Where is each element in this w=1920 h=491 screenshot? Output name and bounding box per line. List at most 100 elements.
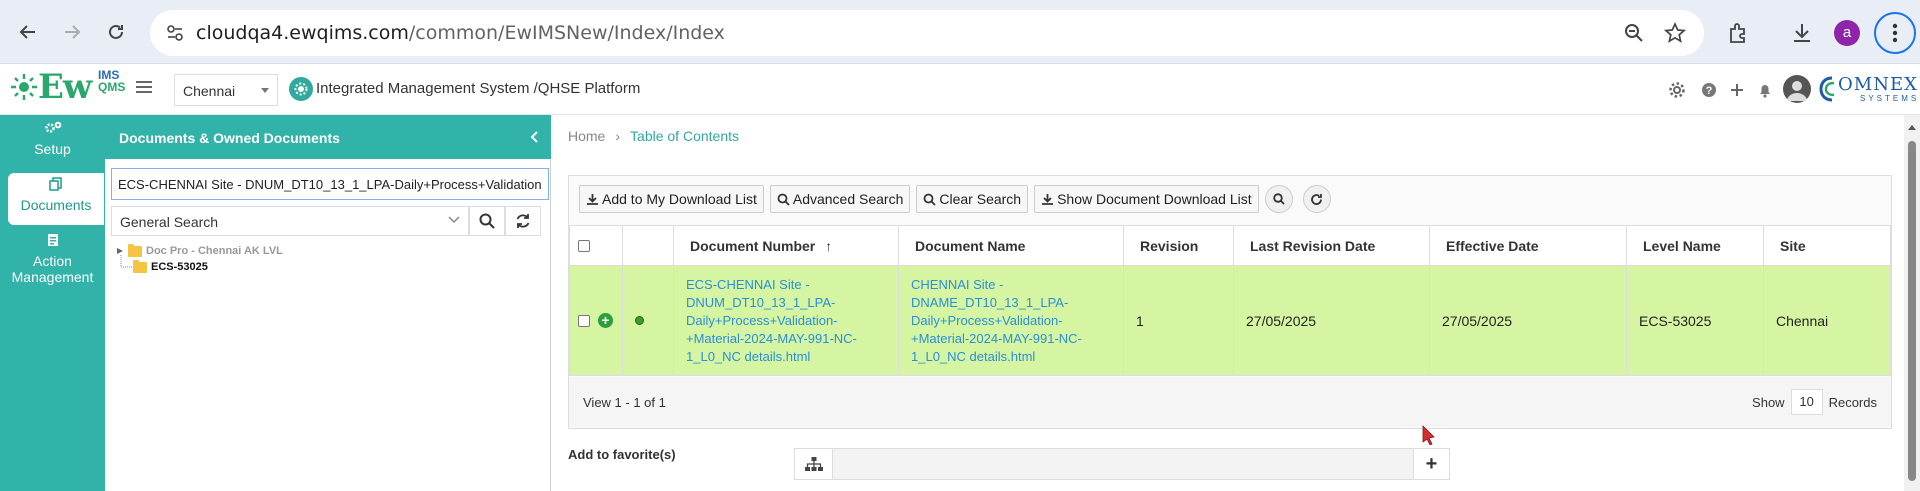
page-size-input[interactable]: 10 xyxy=(1790,389,1823,415)
advanced-search-label: Advanced Search xyxy=(792,191,904,207)
grid-refresh-button[interactable] xyxy=(1302,185,1331,213)
documents-panel: Documents & Owned Documents ECS-CHENNAI … xyxy=(105,115,551,491)
main-content: Home › Table of Contents Add to My Downl… xyxy=(552,115,1920,491)
breadcrumb: Home › Table of Contents xyxy=(568,128,739,144)
row-checkbox[interactable] xyxy=(578,314,590,327)
zoom-icon[interactable] xyxy=(1624,23,1644,43)
advanced-search-button[interactable]: Advanced Search xyxy=(769,185,911,213)
tree-child-label: ECS-53025 xyxy=(151,261,208,273)
search-icon xyxy=(479,213,495,229)
nav-action-management[interactable]: Action Management xyxy=(0,233,105,293)
panel-refresh-button[interactable] xyxy=(505,206,541,236)
bookmark-star-icon[interactable] xyxy=(1664,22,1686,44)
documents-panel-header: Documents & Owned Documents xyxy=(105,115,551,159)
pager-show-label: Show xyxy=(1752,394,1785,410)
browser-menu-button[interactable] xyxy=(1874,12,1916,54)
download-icon[interactable] xyxy=(1790,21,1814,45)
breadcrumb-current[interactable]: Table of Contents xyxy=(630,128,739,144)
settings-icon[interactable] xyxy=(1665,78,1689,102)
col-revision[interactable]: Revision xyxy=(1123,225,1234,266)
tree-node-child[interactable]: ECS-53025 xyxy=(133,259,208,273)
document-number-link[interactable]: ECS-CHENNAI Site - DNUM_DT10_13_1_LPA-Da… xyxy=(673,265,899,376)
site-info-icon xyxy=(167,25,183,41)
add-to-download-list-label: Add to My Download List xyxy=(602,191,757,207)
collapse-chevron-icon[interactable] xyxy=(529,130,539,144)
select-all-checkbox[interactable] xyxy=(578,239,590,252)
download-icon xyxy=(587,193,598,205)
status-dot-icon xyxy=(635,316,644,325)
tree-node-root[interactable]: Doc Pro - Chennai AK LVL xyxy=(115,243,283,257)
col-revision-label: Revision xyxy=(1140,237,1199,254)
logo-sun-icon xyxy=(11,74,37,100)
favorites-add-button[interactable]: + xyxy=(1413,449,1449,479)
nav-action-label: Action Management xyxy=(11,253,94,285)
col-last-revision-date[interactable]: Last Revision Date xyxy=(1233,225,1430,266)
logo-text: Ew xyxy=(38,67,92,107)
caret-down-icon xyxy=(261,88,269,93)
search-icon xyxy=(923,193,937,206)
grid-search-button[interactable] xyxy=(1264,185,1293,213)
extensions-icon[interactable] xyxy=(1727,21,1751,45)
add-icon[interactable] xyxy=(1725,78,1749,102)
sitemap-icon xyxy=(804,457,823,471)
nav-documents[interactable]: Documents xyxy=(8,173,104,225)
add-to-download-list-button[interactable]: Add to My Download List xyxy=(579,185,764,213)
back-button[interactable] xyxy=(12,16,44,48)
col-document-number-label: Document Number xyxy=(690,237,816,254)
col-site-label: Site xyxy=(1780,237,1806,254)
document-search-input[interactable]: ECS-CHENNAI Site - DNUM_DT10_13_1_LPA-Da… xyxy=(111,168,549,200)
scrollbar-thumb[interactable] xyxy=(1908,141,1916,481)
documents-icon xyxy=(8,177,104,191)
col-level-name[interactable]: Level Name xyxy=(1626,225,1764,266)
grid-pager: View 1 - 1 of 1 Show 10 Records xyxy=(569,377,1891,427)
user-avatar-icon[interactable] xyxy=(1783,75,1811,103)
panel-search-button[interactable] xyxy=(469,206,505,236)
favorites-field[interactable]: + xyxy=(794,448,1450,480)
col-document-number[interactable]: Document Number ↑ xyxy=(673,225,899,266)
profile-avatar[interactable]: a xyxy=(1834,20,1860,46)
expand-plus-icon[interactable]: + xyxy=(598,313,613,328)
table-row[interactable]: + ECS-CHENNAI Site - DNUM_DT10_13_1_LPA-… xyxy=(569,265,1891,376)
reload-button[interactable] xyxy=(100,16,132,48)
col-document-name[interactable]: Document Name xyxy=(898,225,1124,266)
nav-setup[interactable]: Setup xyxy=(0,121,105,169)
scroll-up-arrow-icon[interactable] xyxy=(1907,123,1917,131)
col-last-revision-date-label: Last Revision Date xyxy=(1250,237,1376,254)
show-download-list-label: Show Document Download List xyxy=(1057,191,1252,207)
col-site[interactable]: Site xyxy=(1763,225,1891,266)
search-type-select[interactable]: General Search xyxy=(111,206,469,236)
search-icon xyxy=(1272,193,1285,205)
hamburger-menu-icon[interactable] xyxy=(136,80,152,94)
document-name-link[interactable]: CHENNAI Site - DNAME_DT10_13_1_LPA-Daily… xyxy=(898,265,1124,376)
clear-search-button[interactable]: Clear Search xyxy=(916,185,1029,213)
help-icon[interactable]: ? xyxy=(1697,78,1721,102)
logo-qms: QMS xyxy=(98,80,126,94)
status-cell xyxy=(622,265,674,376)
effective-date-cell: 27/05/2025 xyxy=(1429,265,1627,376)
nav-documents-label: Documents xyxy=(20,197,92,213)
content-scrollbar[interactable] xyxy=(1904,115,1920,491)
folder-icon xyxy=(133,259,147,273)
reload-icon xyxy=(109,24,123,39)
col-level-name-label: Level Name xyxy=(1643,237,1721,254)
notification-bell-icon[interactable] xyxy=(1753,78,1777,102)
forward-button[interactable] xyxy=(56,16,88,48)
breadcrumb-home[interactable]: Home xyxy=(568,128,605,144)
address-bar[interactable]: cloudqa4.ewqims.com/common/EwIMSNew/Inde… xyxy=(150,10,1704,56)
mouse-cursor-icon xyxy=(1422,425,1435,445)
col-effective-date[interactable]: Effective Date xyxy=(1429,225,1627,266)
favorites-label: Add to favorite(s) xyxy=(568,447,676,462)
app-header: Ew IMS QMS Chennai Integrated Management … xyxy=(0,65,1920,115)
favorites-tree-button[interactable] xyxy=(795,449,833,479)
platform-gear-icon xyxy=(289,77,313,101)
download-icon xyxy=(1042,193,1054,205)
refresh-icon xyxy=(1311,193,1323,205)
site-select[interactable]: Chennai xyxy=(174,74,278,106)
documents-grid: Add to My Download List Advanced Search … xyxy=(568,175,1892,429)
table-header-row: Document Number ↑ Document Name Revision… xyxy=(569,225,1891,266)
search-type-value: General Search xyxy=(120,214,219,230)
select-all-cell xyxy=(569,225,623,266)
chevron-down-icon xyxy=(448,216,460,224)
omnex-logo-icon xyxy=(1819,76,1835,102)
show-download-list-button[interactable]: Show Document Download List xyxy=(1034,185,1259,213)
